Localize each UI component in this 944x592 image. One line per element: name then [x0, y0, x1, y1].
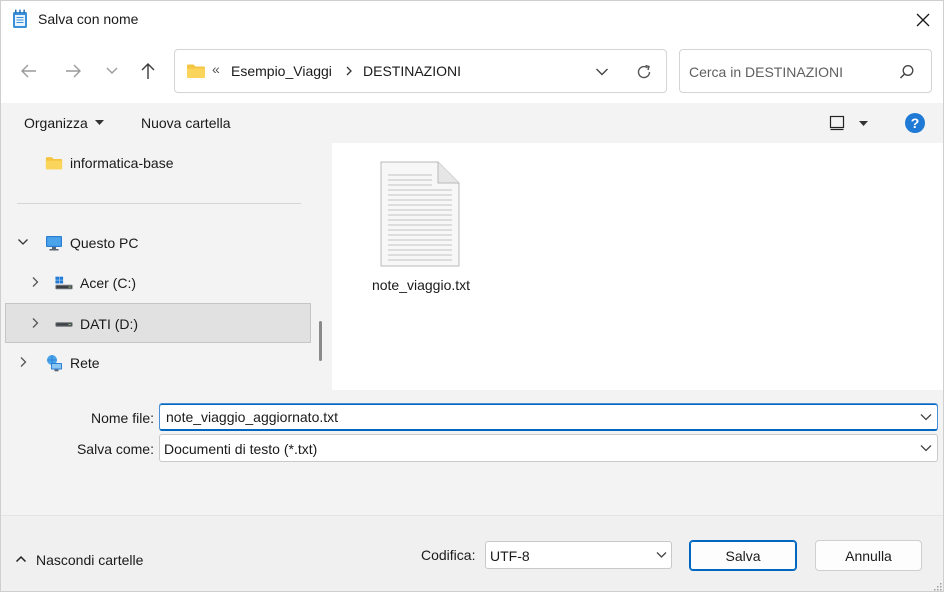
new-folder-button[interactable]: Nuova cartella [141, 115, 231, 131]
notepad-icon [13, 9, 27, 28]
nav-item-label: informatica-base [70, 155, 174, 171]
nav-item-acer-c[interactable]: Acer (C:) [5, 263, 311, 303]
text-file-icon [380, 161, 460, 267]
nav-item-label: Acer (C:) [80, 275, 136, 291]
organize-menu-button[interactable]: Organizza [24, 115, 88, 131]
caret-down-icon[interactable] [859, 121, 868, 127]
view-mode-icon[interactable] [829, 115, 845, 131]
overflow-chevron[interactable]: « [212, 61, 220, 77]
address-history-button[interactable] [591, 61, 613, 83]
breadcrumb-esempio-viaggi[interactable]: Esempio_Viaggi [231, 63, 332, 79]
search-input[interactable] [689, 62, 889, 82]
close-icon [916, 13, 930, 27]
save-form: Nome file: Salva come: Documenti di test… [1, 390, 943, 515]
search-icon[interactable] [898, 63, 916, 81]
chevron-right-icon[interactable] [343, 63, 355, 79]
chevron-down-icon[interactable] [920, 443, 932, 453]
breadcrumb-destinazioni[interactable]: DESTINAZIONI [363, 63, 461, 79]
chevron-down-icon[interactable] [17, 236, 29, 248]
title-bar: Salva con nome [1, 1, 943, 39]
computer-icon [46, 236, 62, 251]
chevron-down-icon[interactable] [656, 551, 667, 559]
refresh-button[interactable] [633, 61, 655, 83]
forward-button[interactable] [58, 56, 88, 86]
encoding-label: Codifica: [421, 547, 476, 563]
address-row: « Esempio_Viaggi DESTINAZIONI [1, 39, 943, 103]
encoding-value: UTF-8 [490, 548, 530, 564]
savetype-label: Salva come: [76, 441, 154, 457]
encoding-select[interactable]: UTF-8 [485, 541, 672, 569]
navigation-pane: informatica-base Questo PC Acer (C:) DAT… [1, 143, 332, 390]
help-button[interactable]: ? [905, 113, 925, 133]
chevron-right-icon[interactable] [29, 276, 41, 288]
refresh-icon [637, 64, 651, 79]
drive-icon [55, 322, 73, 327]
dialog-title: Salva con nome [38, 11, 139, 27]
save-button[interactable]: Salva [689, 540, 797, 571]
network-icon [47, 355, 62, 372]
save-as-dialog: Salva con nome « Esempio_Viaggi DESTINAZ… [0, 0, 944, 592]
filename-combobox[interactable] [159, 403, 938, 431]
caret-down-icon[interactable] [95, 120, 104, 126]
address-bar[interactable]: « Esempio_Viaggi DESTINAZIONI [174, 49, 667, 93]
search-box[interactable] [679, 49, 932, 93]
nav-item-questo-pc[interactable]: Questo PC [5, 223, 311, 263]
chevron-up-icon [15, 555, 27, 563]
command-bar: Organizza Nuova cartella ? [1, 103, 943, 143]
recent-locations-button[interactable] [97, 56, 127, 86]
folder-icon [45, 157, 63, 170]
up-button[interactable] [133, 56, 163, 86]
nav-item-label: Rete [70, 355, 100, 371]
file-name: note_viaggio.txt [371, 277, 471, 293]
file-list[interactable]: note_viaggio.txt [332, 143, 943, 390]
filename-label: Nome file: [90, 410, 154, 426]
chevron-down-icon[interactable] [920, 412, 932, 422]
nav-item-label: DATI (D:) [80, 316, 139, 332]
file-item[interactable]: note_viaggio.txt [360, 159, 482, 299]
dialog-footer: Nascondi cartelle Codifica: UTF-8 Salva … [1, 515, 943, 592]
nav-scrollbar[interactable] [319, 321, 322, 361]
back-button[interactable] [14, 56, 44, 86]
close-button[interactable] [901, 1, 943, 39]
chevron-right-icon[interactable] [29, 317, 41, 329]
savetype-value: Documenti di testo (*.txt) [164, 441, 318, 457]
arrow-right-icon [66, 64, 81, 78]
nav-divider [17, 203, 301, 204]
nav-item-rete[interactable]: Rete [5, 343, 311, 383]
filename-input[interactable] [166, 408, 906, 426]
chevron-down-icon [106, 67, 118, 74]
chevron-right-icon[interactable] [17, 356, 29, 368]
nav-item-dati-d[interactable]: DATI (D:) [5, 303, 311, 343]
windows-drive-icon [55, 276, 73, 290]
arrow-up-icon [141, 63, 155, 79]
cancel-button[interactable]: Annulla [815, 540, 922, 571]
hide-folders-label: Nascondi cartelle [36, 552, 144, 568]
resize-grip-icon[interactable] [933, 582, 943, 592]
nav-item-label: Questo PC [70, 235, 139, 251]
folder-icon [187, 64, 205, 78]
savetype-select[interactable]: Documenti di testo (*.txt) [159, 434, 938, 462]
nav-item-informatica-base[interactable]: informatica-base [5, 143, 311, 183]
arrow-left-icon [21, 64, 36, 78]
chevron-down-icon [596, 68, 608, 76]
